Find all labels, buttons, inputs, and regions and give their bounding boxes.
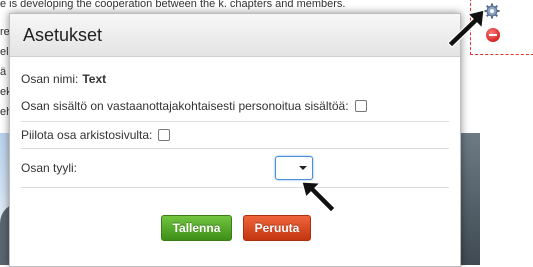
dialog-body: Osan nimi: Text Osan sisältö on vastaano…: [10, 57, 460, 188]
style-select[interactable]: [275, 156, 313, 180]
personalized-label: Osan sisältö on vastaanottajakohtaisesti…: [21, 99, 349, 113]
hide-archive-label: Piilota osa arkistosivulta:: [21, 128, 153, 142]
style-label: Osan tyyli:: [21, 161, 78, 175]
cancel-button[interactable]: Peruuta: [243, 215, 311, 241]
part-name-value: Text: [82, 72, 107, 86]
personalized-checkbox[interactable]: [354, 100, 367, 112]
save-button[interactable]: Tallenna: [161, 215, 232, 241]
personalized-row: Osan sisältö on vastaanottajakohtaisesti…: [21, 91, 449, 122]
style-row: Osan tyyli:: [21, 149, 449, 188]
dialog-header: Asetukset: [10, 14, 460, 57]
part-name-row: Osan nimi: Text: [21, 57, 449, 91]
pointer-arrow-icon: [447, 9, 485, 48]
gear-icon[interactable]: [484, 3, 500, 19]
pointer-arrow-icon: [301, 181, 336, 213]
remove-icon[interactable]: [486, 28, 500, 42]
settings-dialog: Asetukset Osan nimi: Text Osan sisältö o…: [9, 13, 461, 267]
part-name-label: Osan nimi:: [21, 72, 79, 86]
dialog-title: Asetukset: [23, 25, 103, 45]
hide-archive-checkbox[interactable]: [158, 129, 171, 141]
background-text: e is developing the cooperation between …: [0, 0, 346, 10]
hide-archive-row: Piilota osa arkistosivulta:: [21, 122, 449, 149]
